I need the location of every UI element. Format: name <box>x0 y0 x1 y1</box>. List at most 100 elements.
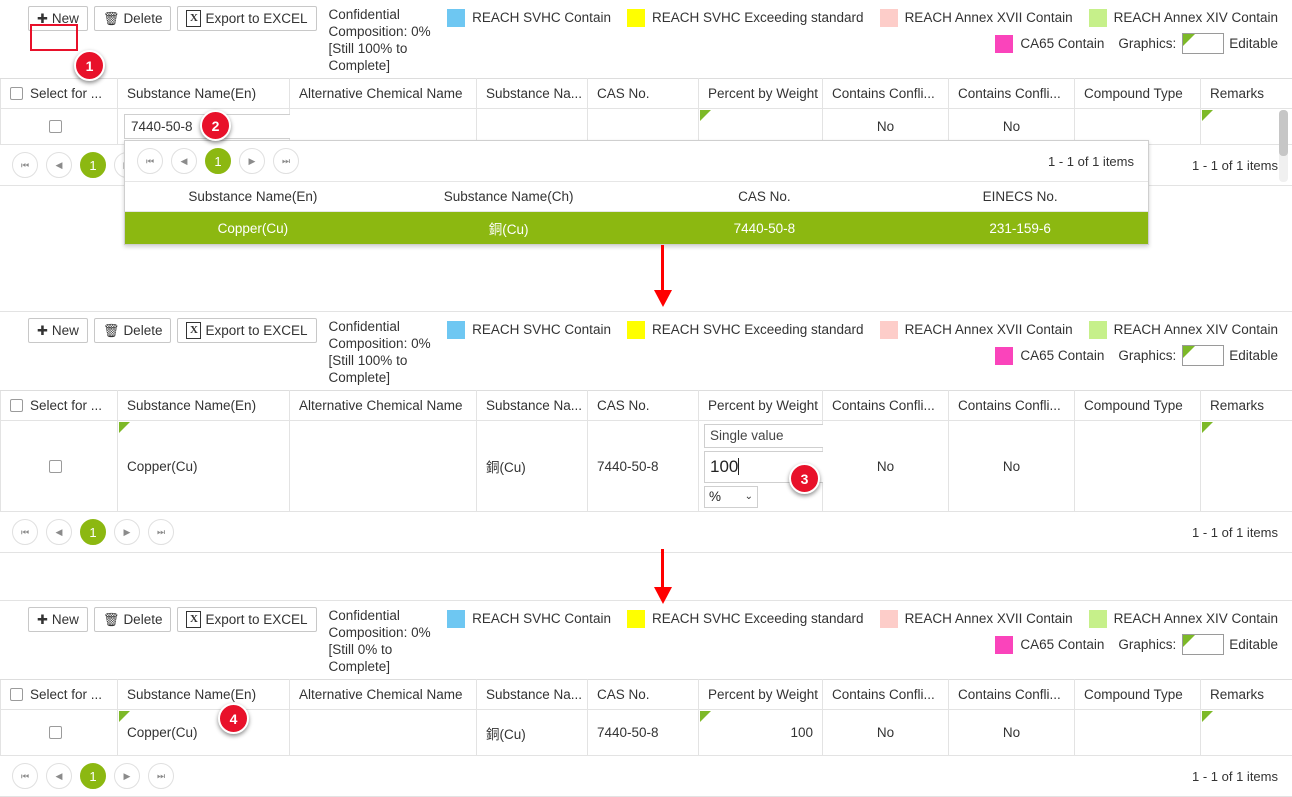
column-substance-name-en[interactable]: Substance Name(En) <box>118 680 290 710</box>
composition-panel-3: ✚ New 🗑 Delete X Export to EXCEL Confide… <box>0 600 1292 781</box>
column-compound-type[interactable]: Compound Type <box>1075 680 1201 710</box>
first-page-icon[interactable]: ⏮ <box>12 763 38 789</box>
column-compound-type[interactable]: Compound Type <box>1075 391 1201 421</box>
substance-search-dropdown[interactable]: ⏮ ◀ 1 ▶ ⏭ 1 - 1 of 1 items Substance Nam… <box>124 140 1149 245</box>
column-cas-no[interactable]: CAS No. <box>588 680 699 710</box>
dropdown-items-count: 1 - 1 of 1 items <box>1048 154 1134 169</box>
column-remarks[interactable]: Remarks <box>1201 680 1292 710</box>
row-select-cell[interactable] <box>1 710 118 756</box>
column-contains-conflict-2[interactable]: Contains Confli... <box>949 391 1075 421</box>
column-substance-name-ch[interactable]: Substance Na... <box>477 391 588 421</box>
percent-unit-select[interactable]: %⌄ <box>704 486 758 508</box>
column-percent-by-weight[interactable]: Percent by Weight <box>699 680 823 710</box>
column-contains-conflict-2[interactable]: Contains Confli... <box>949 79 1075 109</box>
row-select-cell[interactable] <box>1 421 118 512</box>
export-to-excel-button[interactable]: X Export to EXCEL <box>177 6 316 31</box>
dropdown-cell-name-ch[interactable]: 銅(Cu) <box>381 212 637 245</box>
new-button[interactable]: ✚ New <box>28 318 88 343</box>
cell-substance-name-en[interactable]: Copper(Cu) <box>118 421 290 512</box>
cell-compound-type[interactable] <box>1075 710 1201 756</box>
grid-vertical-scrollbar[interactable] <box>1279 110 1288 182</box>
column-contains-conflict-1[interactable]: Contains Confli... <box>823 680 949 710</box>
next-page-icon[interactable]: ▶ <box>114 763 140 789</box>
percent-value-text: 100 <box>710 457 738 476</box>
cell-remarks[interactable] <box>1201 421 1292 512</box>
prev-page-icon[interactable]: ◀ <box>46 152 72 178</box>
export-to-excel-button[interactable]: X Export to EXCEL <box>177 318 316 343</box>
percent-unit-value: % <box>709 488 721 506</box>
export-button-label: Export to EXCEL <box>205 611 307 628</box>
cell-alternative-chemical-name[interactable] <box>290 421 477 512</box>
first-page-icon[interactable]: ⏮ <box>12 519 38 545</box>
column-remarks[interactable]: Remarks <box>1201 79 1292 109</box>
cell-contains-conflict-1: No <box>823 421 949 512</box>
column-substance-name-ch[interactable]: Substance Na... <box>477 79 588 109</box>
editable-marker-icon <box>1182 634 1224 655</box>
cell-cas-no[interactable]: 7440-50-8 <box>588 710 699 756</box>
next-page-icon[interactable]: ▶ <box>239 148 265 174</box>
column-alternative-chemical-name[interactable]: Alternative Chemical Name <box>290 391 477 421</box>
column-compound-type[interactable]: Compound Type <box>1075 79 1201 109</box>
cell-remarks[interactable] <box>1201 710 1292 756</box>
legend-label: REACH Annex XIV Contain <box>1114 10 1278 26</box>
scrollbar-thumb[interactable] <box>1279 110 1288 156</box>
select-all-checkbox[interactable] <box>10 688 23 701</box>
cell-percent-by-weight[interactable]: 100 <box>699 710 823 756</box>
first-page-icon[interactable]: ⏮ <box>12 152 38 178</box>
page-number-1[interactable]: 1 <box>80 152 106 178</box>
delete-button[interactable]: 🗑 Delete <box>94 607 172 632</box>
prev-page-icon[interactable]: ◀ <box>46 519 72 545</box>
column-contains-conflict-1[interactable]: Contains Confli... <box>823 391 949 421</box>
row-checkbox[interactable] <box>49 460 62 473</box>
percent-mode-label[interactable]: Single value <box>704 424 824 448</box>
page-number-1[interactable]: 1 <box>80 763 106 789</box>
column-substance-name-en[interactable]: Substance Name(En) <box>118 391 290 421</box>
prev-page-icon[interactable]: ◀ <box>46 763 72 789</box>
export-to-excel-button[interactable]: X Export to EXCEL <box>177 607 316 632</box>
new-button-label: New <box>52 611 79 628</box>
delete-button[interactable]: 🗑 Delete <box>94 6 172 31</box>
dropdown-cell-cas-no[interactable]: 7440-50-8 <box>637 212 893 245</box>
column-remarks[interactable]: Remarks <box>1201 391 1292 421</box>
select-all-checkbox[interactable] <box>10 399 23 412</box>
column-percent-by-weight[interactable]: Percent by Weight <box>699 391 823 421</box>
cell-substance-name-en[interactable]: Copper(Cu) <box>118 710 290 756</box>
cell-alternative-chemical-name[interactable] <box>290 710 477 756</box>
column-substance-name-en[interactable]: Substance Name(En) <box>118 79 290 109</box>
next-page-icon[interactable]: ▶ <box>114 519 140 545</box>
cell-compound-type[interactable] <box>1075 421 1201 512</box>
row-select-cell[interactable] <box>1 109 118 145</box>
cell-cas-no[interactable]: 7440-50-8 <box>588 421 699 512</box>
column-substance-name-ch[interactable]: Substance Na... <box>477 680 588 710</box>
select-all-checkbox[interactable] <box>10 87 23 100</box>
column-select-for[interactable]: Select for ... <box>1 680 118 710</box>
legend-swatch <box>1089 610 1107 628</box>
last-page-icon[interactable]: ⏭ <box>148 519 174 545</box>
column-select-for[interactable]: Select for ... <box>1 391 118 421</box>
delete-button[interactable]: 🗑 Delete <box>94 318 172 343</box>
dropdown-cell-einecs-no[interactable]: 231-159-6 <box>892 212 1148 245</box>
column-select-for[interactable]: Select for ... <box>1 79 118 109</box>
step-badge-3: 3 <box>789 463 820 494</box>
last-page-icon[interactable]: ⏭ <box>148 763 174 789</box>
last-page-icon[interactable]: ⏭ <box>273 148 299 174</box>
row-checkbox[interactable] <box>49 726 62 739</box>
cell-substance-name-ch[interactable]: 銅(Cu) <box>477 421 588 512</box>
column-alternative-chemical-name[interactable]: Alternative Chemical Name <box>290 79 477 109</box>
page-number-1[interactable]: 1 <box>205 148 231 174</box>
new-button[interactable]: ✚ New <box>28 607 88 632</box>
column-percent-by-weight[interactable]: Percent by Weight <box>699 79 823 109</box>
first-page-icon[interactable]: ⏮ <box>137 148 163 174</box>
prev-page-icon[interactable]: ◀ <box>171 148 197 174</box>
column-cas-no[interactable]: CAS No. <box>588 391 699 421</box>
column-cas-no[interactable]: CAS No. <box>588 79 699 109</box>
row-checkbox[interactable] <box>49 120 62 133</box>
page-number-1[interactable]: 1 <box>80 519 106 545</box>
dropdown-cell-name-en[interactable]: Copper(Cu) <box>125 212 381 245</box>
pager-3: ⏮ ◀ 1 ▶ ⏭ 1 - 1 of 1 items <box>0 756 1292 796</box>
column-alternative-chemical-name[interactable]: Alternative Chemical Name <box>290 680 477 710</box>
cell-substance-name-ch[interactable]: 銅(Cu) <box>477 710 588 756</box>
column-contains-conflict-2[interactable]: Contains Confli... <box>949 680 1075 710</box>
column-contains-conflict-1[interactable]: Contains Confli... <box>823 79 949 109</box>
list-item[interactable]: Copper(Cu) 銅(Cu) 7440-50-8 231-159-6 <box>125 212 1148 245</box>
